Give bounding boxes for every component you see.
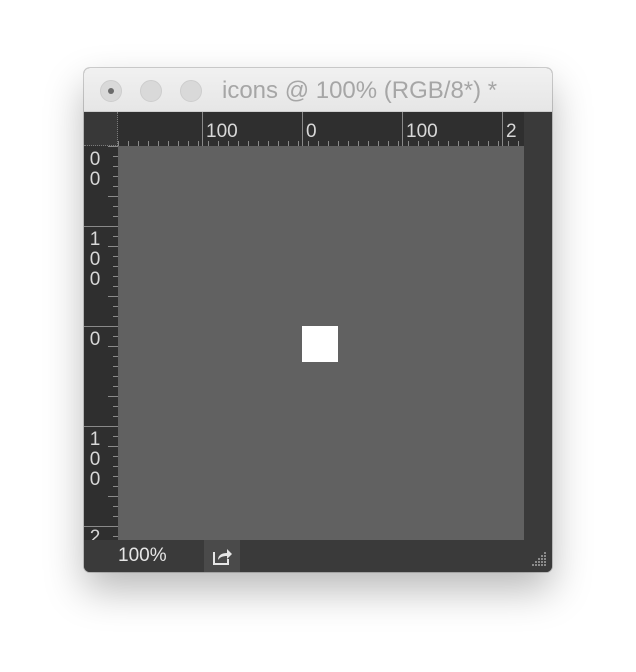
share-icon bbox=[213, 549, 232, 565]
zoom-level[interactable]: 100% bbox=[118, 545, 167, 567]
zoom-button[interactable] bbox=[180, 80, 202, 102]
document-canvas[interactable] bbox=[118, 146, 524, 540]
ruler-tick bbox=[108, 396, 118, 397]
ruler-label: 100 bbox=[89, 429, 101, 490]
white-square-shape[interactable] bbox=[302, 326, 338, 362]
ruler-major-tick bbox=[502, 112, 503, 146]
ruler-label: 0 bbox=[306, 121, 317, 142]
ruler-tick bbox=[108, 296, 118, 297]
ruler-tick bbox=[108, 496, 118, 497]
ruler-tick bbox=[108, 146, 118, 147]
document-window: icons @ 100% (RGB/8*) * 100 0 100 2 00 1… bbox=[84, 68, 552, 572]
window-title: icons @ 100% (RGB/8*) * bbox=[222, 77, 498, 104]
ruler-label: 100 bbox=[406, 121, 438, 142]
ruler-tick bbox=[108, 196, 118, 197]
share-button[interactable] bbox=[204, 540, 240, 572]
ruler-label: 2 bbox=[506, 121, 517, 142]
ruler-tick bbox=[108, 346, 118, 347]
vertical-scroll-area[interactable] bbox=[524, 112, 552, 540]
ruler-label: 2 bbox=[89, 527, 101, 541]
minimize-button[interactable] bbox=[140, 80, 162, 102]
ruler-major-tick bbox=[84, 426, 118, 427]
vertical-ruler[interactable]: 00 100 0 100 2 bbox=[84, 146, 118, 540]
ruler-origin-corner[interactable] bbox=[84, 112, 118, 146]
ruler-label: 00 bbox=[89, 149, 101, 190]
ruler-label: 100 bbox=[206, 121, 238, 142]
status-bar: 100% bbox=[84, 540, 552, 572]
close-button[interactable] bbox=[100, 80, 122, 102]
ruler-label: 100 bbox=[89, 229, 101, 290]
ruler-major-tick bbox=[84, 226, 118, 227]
ruler-major-tick bbox=[202, 112, 203, 146]
ruler-major-tick bbox=[402, 112, 403, 146]
ruler-tick bbox=[108, 446, 118, 447]
title-bar[interactable]: icons @ 100% (RGB/8*) * bbox=[84, 68, 552, 112]
resize-grip-icon[interactable] bbox=[530, 550, 548, 568]
ruler-major-tick bbox=[302, 112, 303, 146]
ruler-label: 0 bbox=[89, 329, 101, 350]
horizontal-ruler[interactable]: 100 0 100 2 bbox=[118, 112, 524, 146]
ruler-tick bbox=[108, 246, 118, 247]
ruler-major-tick bbox=[84, 326, 118, 327]
